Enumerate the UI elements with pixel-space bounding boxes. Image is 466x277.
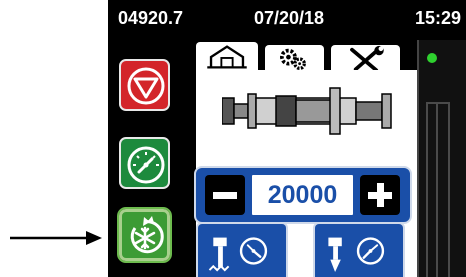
nozzle-gauge-icon <box>328 237 385 273</box>
time-readout: 15:29 <box>415 8 462 28</box>
cooling-gauge-icon <box>208 237 268 272</box>
decrease-button[interactable] <box>205 175 245 215</box>
mode-a-button[interactable] <box>196 222 288 277</box>
mode-b-button[interactable] <box>313 222 405 277</box>
stop-triangle-icon <box>127 67 165 105</box>
stop-button[interactable] <box>119 59 170 111</box>
tab-home[interactable] <box>194 40 260 73</box>
increase-button[interactable] <box>360 175 400 215</box>
tab-settings[interactable] <box>263 43 326 73</box>
defrost-button[interactable] <box>117 207 172 263</box>
snowflake-cycle-icon <box>130 216 164 254</box>
home-icon <box>207 45 247 69</box>
hmi-screen: 04920.7 07/20/18 15:29 20000 <box>108 0 466 277</box>
value-stepper: 20000 <box>194 166 412 224</box>
value-display[interactable]: 20000 <box>250 173 355 217</box>
date-readout: 07/20/18 <box>254 8 325 28</box>
tab-bar <box>194 40 414 73</box>
status-indicator <box>427 53 437 63</box>
wrench-screwdriver-icon <box>350 45 384 73</box>
gears-icon <box>280 48 306 70</box>
level-gauge <box>426 102 450 277</box>
side-status-panel <box>417 40 466 277</box>
stepper-value: 20000 <box>267 180 338 209</box>
cylinder-diagram <box>222 87 392 135</box>
gauge-icon <box>127 146 165 184</box>
pointer-arrow-icon <box>10 231 102 245</box>
cycle-button[interactable] <box>119 137 170 189</box>
tab-tools[interactable] <box>329 43 402 73</box>
counter-readout: 04920.7 <box>118 8 184 28</box>
